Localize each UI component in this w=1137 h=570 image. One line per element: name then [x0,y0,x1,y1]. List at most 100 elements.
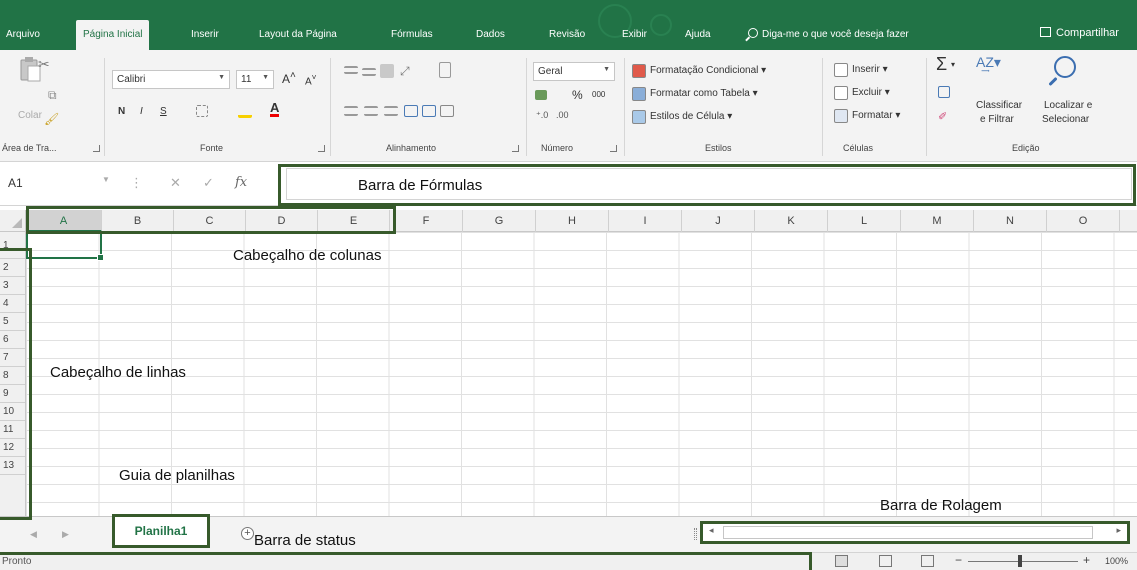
font-color-icon[interactable]: A [270,101,280,117]
orientation-icon[interactable]: ⤢ [400,64,410,79]
sort-filter-label-1[interactable]: Classificar [976,100,1022,111]
sheet-tab-planilha1[interactable]: Planilha1 [112,514,210,548]
row-header[interactable]: 13 [0,457,25,475]
active-cell-a1[interactable] [26,232,104,261]
row-header[interactable]: 8 [0,367,25,385]
column-header[interactable]: G [463,210,536,232]
find-select-label-1[interactable]: Localizar e [1044,100,1092,111]
tab-ajuda[interactable]: Ajuda [685,29,711,40]
number-format-select[interactable]: Geral ▼ [533,62,615,81]
row-header[interactable]: 6 [0,331,25,349]
format-as-table-button[interactable]: Formatar como Tabela ▾ [650,88,758,99]
scroll-sheets-right-icon[interactable]: ▶ [62,529,69,540]
italic-button[interactable]: I [140,106,143,117]
new-sheet-icon[interactable]: + [241,527,254,540]
grow-font-icon[interactable]: A˄ [282,70,296,86]
align-right-icon[interactable] [384,106,398,116]
normal-view-icon[interactable] [835,555,848,567]
align-left-icon[interactable] [344,106,358,116]
column-header[interactable]: D [246,210,318,232]
merge-center-icon[interactable] [440,105,454,117]
page-break-view-icon[interactable] [921,555,934,567]
tab-revisao[interactable]: Revisão [549,29,585,40]
increase-decimal-icon[interactable]: ⁺.0 [536,110,548,121]
row-header[interactable]: 1 [0,232,25,259]
scroll-thumb[interactable] [723,526,1093,539]
find-select-icon[interactable] [1054,56,1076,78]
sort-filter-label-2[interactable]: e Filtrar [980,114,1014,125]
column-header[interactable]: J [682,210,755,232]
font-size-select[interactable]: 11 ▼ [236,70,274,89]
shrink-font-icon[interactable]: A˅ [305,72,317,87]
number-launcher-icon[interactable] [610,145,617,152]
align-middle-icon[interactable] [362,68,376,76]
row-header[interactable]: 2 [0,259,25,277]
zoom-slider-thumb[interactable] [1018,555,1022,567]
tab-dados[interactable]: Dados [476,29,505,40]
tab-exibir[interactable]: Exibir [622,29,647,40]
column-header[interactable]: A [26,210,102,232]
confirm-icon[interactable]: ✓ [203,175,214,191]
tell-me-search[interactable]: Diga-me o que você deseja fazer [748,28,909,40]
row-header[interactable]: 9 [0,385,25,403]
tab-split-handle[interactable] [694,528,697,540]
decrease-decimal-icon[interactable]: .00 [556,110,569,120]
column-header[interactable]: M [901,210,974,232]
scroll-sheets-left-icon[interactable]: ◀ [30,529,37,540]
zoom-in-icon[interactable]: + [1083,553,1090,567]
tab-inserir[interactable]: Inserir [191,29,219,40]
thousands-button[interactable]: 000 [592,90,605,99]
horizontal-scrollbar[interactable]: ◂ ▸ [700,521,1130,544]
column-header[interactable]: B [102,210,174,232]
row-header[interactable]: 7 [0,349,25,367]
borders-icon[interactable] [196,105,208,117]
tab-formulas[interactable]: Fórmulas [391,29,433,40]
scroll-left-icon[interactable]: ◂ [709,525,714,536]
clear-icon[interactable]: ✐ [938,110,947,123]
tab-pagina-inicial[interactable]: Página Inicial [76,20,150,50]
font-name-select[interactable]: Calibri ▼ [112,70,230,89]
column-header[interactable]: E [318,210,390,232]
delete-cells-button[interactable]: Excluir ▾ [852,87,890,98]
paste-label[interactable]: Colar [18,110,42,121]
select-all-button[interactable] [0,210,26,232]
zoom-out-icon[interactable]: − [955,553,962,567]
align-top-icon[interactable] [344,66,358,74]
column-header[interactable]: N [974,210,1047,232]
column-header[interactable]: L [828,210,901,232]
wrap-text-icon[interactable] [439,62,451,78]
copy-icon[interactable]: ⧉ [48,88,57,103]
cut-icon[interactable]: ✂ [38,56,50,73]
row-header[interactable]: 12 [0,439,25,457]
conditional-format-button[interactable]: Formatação Condicional ▾ [650,65,766,76]
column-header[interactable]: O [1047,210,1120,232]
underline-button[interactable]: S [160,106,167,117]
zoom-slider-track[interactable] [968,561,1078,562]
currency-icon[interactable] [535,90,547,100]
font-launcher-icon[interactable] [318,145,325,152]
fill-color-icon[interactable] [238,104,252,118]
column-header[interactable]: C [174,210,246,232]
format-cells-button[interactable]: Formatar ▾ [852,110,900,121]
row-header[interactable]: 11 [0,421,25,439]
row-header[interactable]: 5 [0,313,25,331]
clipboard-launcher-icon[interactable] [93,145,100,152]
increase-indent-icon[interactable] [422,105,436,117]
column-header[interactable]: H [536,210,609,232]
find-select-label-2[interactable]: Selecionar [1042,114,1089,125]
tab-layout-da-pagina[interactable]: Layout da Página [259,29,337,40]
share-button[interactable]: Compartilhar [1040,27,1119,39]
fill-icon[interactable] [938,86,950,98]
page-layout-view-icon[interactable] [879,555,892,567]
name-box[interactable]: A1 [8,176,23,190]
align-bottom-icon[interactable] [380,64,394,78]
tab-arquivo[interactable]: Arquivo [6,29,40,40]
align-center-icon[interactable] [364,106,378,116]
cell-styles-button[interactable]: Estilos de Célula ▾ [650,111,732,122]
column-header[interactable]: F [390,210,463,232]
format-painter-icon[interactable]: 🖌 [44,112,59,126]
sort-filter-icon[interactable]: A͢Z▾ [976,54,1001,71]
decrease-indent-icon[interactable] [404,105,418,117]
row-header[interactable]: 3 [0,277,25,295]
autosum-icon[interactable]: Σ [936,54,947,75]
